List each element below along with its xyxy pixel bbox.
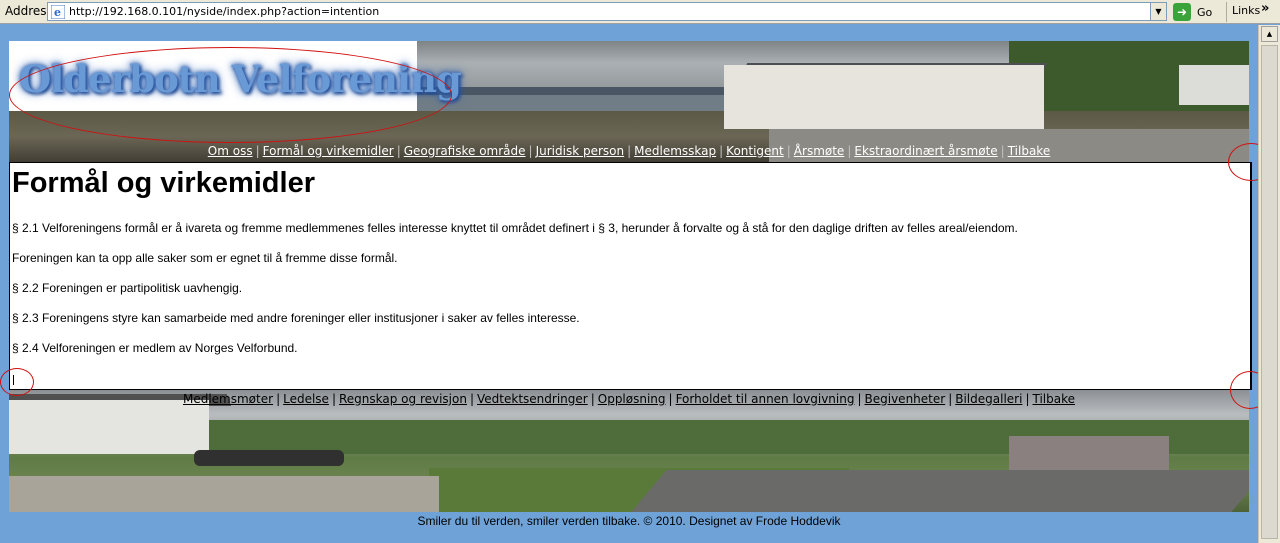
top-nav-link-8[interactable]: Tilbake bbox=[1008, 144, 1051, 158]
top-nav-separator: | bbox=[786, 144, 791, 158]
bottom-nav-link-4[interactable]: Oppløsning bbox=[598, 392, 666, 406]
top-nav-separator: | bbox=[1000, 144, 1005, 158]
bottom-nav-link-7[interactable]: Bildegalleri bbox=[955, 392, 1022, 406]
paragraph-2-3: § 2.3 Foreningens styre kan samarbeide m… bbox=[12, 311, 580, 325]
footer-photo-car bbox=[194, 450, 344, 466]
top-nav-link-3[interactable]: Juridisk person bbox=[536, 144, 625, 158]
header-photo-house bbox=[724, 65, 1044, 129]
paragraph-2-4: § 2.4 Velforeningen er medlem av Norges … bbox=[12, 341, 298, 355]
vertical-scrollbar[interactable]: ▲ bbox=[1258, 25, 1280, 543]
top-nav-link-5[interactable]: Kontigent bbox=[726, 144, 784, 158]
scroll-up-arrow-icon[interactable]: ▲ bbox=[1261, 26, 1278, 42]
footer-credit: Smiler du til verden, smiler verden tilb… bbox=[417, 514, 841, 528]
footer-photo-house-right bbox=[1009, 436, 1169, 470]
top-nav-link-1[interactable]: Formål og virkemidler bbox=[263, 144, 394, 158]
bottom-nav-link-1[interactable]: Ledelse bbox=[283, 392, 329, 406]
footer-photo-road bbox=[631, 470, 1249, 512]
bottom-nav-link-2[interactable]: Regnskap og revisjon bbox=[339, 392, 467, 406]
bottom-nav-separator: | bbox=[1025, 392, 1030, 406]
bottom-nav-separator: | bbox=[668, 392, 673, 406]
top-nav-separator: | bbox=[255, 144, 260, 158]
bottom-nav-separator: | bbox=[469, 392, 475, 406]
url-input[interactable]: e http://192.168.0.101/nyside/index.php?… bbox=[47, 2, 1167, 21]
footer-photo-house-left bbox=[9, 400, 209, 454]
go-label: Go bbox=[1197, 6, 1213, 19]
bottom-nav-link-8[interactable]: Tilbake bbox=[1032, 392, 1075, 406]
bottom-nav-separator: | bbox=[331, 392, 336, 406]
annotation-ring-logo bbox=[9, 47, 452, 143]
header-photo-cabin bbox=[1179, 65, 1249, 105]
annotation-ring-caret bbox=[0, 368, 34, 396]
svg-text:e: e bbox=[54, 6, 61, 19]
links-chevron-icon[interactable]: » bbox=[1261, 1, 1269, 16]
site-header: Olderbotn Velforening Om oss | Formål og v… bbox=[9, 41, 1249, 162]
bottom-nav-separator: | bbox=[857, 392, 862, 406]
paragraph-2-2: § 2.2 Foreningen er partipolitisk uavhen… bbox=[12, 281, 243, 295]
bottom-nav-link-5[interactable]: Forholdet til annen lovgivning bbox=[676, 392, 855, 406]
url-text: http://192.168.0.101/nyside/index.php?ac… bbox=[69, 5, 380, 18]
top-nav-link-4[interactable]: Medlemsskap bbox=[634, 144, 716, 158]
top-nav-link-2[interactable]: Geografiske område bbox=[404, 144, 526, 158]
top-nav-separator: | bbox=[528, 144, 533, 158]
footer-photo-wall bbox=[9, 476, 439, 512]
paragraph-2-1b: Foreningen kan ta opp alle saker som er … bbox=[12, 251, 398, 265]
bottom-nav-link-0[interactable]: Medlemsmøter bbox=[183, 392, 273, 406]
bottom-nav-separator: | bbox=[948, 392, 953, 406]
address-label: Address bbox=[5, 4, 53, 18]
top-nav-link-6[interactable]: Årsmøte bbox=[794, 144, 845, 158]
top-nav-separator: | bbox=[719, 144, 724, 158]
top-nav-separator: | bbox=[396, 144, 401, 158]
go-button[interactable]: ➜ Go bbox=[1173, 2, 1223, 22]
links-button[interactable]: Links bbox=[1232, 4, 1260, 17]
go-arrow-icon: ➜ bbox=[1173, 3, 1191, 21]
footer-photo: Medlemsmøter | Ledelse | Regnskap og revisjo… bbox=[9, 390, 1249, 512]
bottom-nav-link-3[interactable]: Vedtektsendringer bbox=[477, 392, 588, 406]
page-title: Formål og virkemidler bbox=[12, 167, 315, 199]
bottom-nav-link-6[interactable]: Begivenheter bbox=[865, 392, 946, 406]
toolbar-separator bbox=[1226, 2, 1227, 22]
bottom-nav-separator: | bbox=[590, 392, 595, 406]
top-nav-link-0[interactable]: Om oss bbox=[208, 144, 253, 158]
scroll-thumb[interactable] bbox=[1261, 45, 1278, 539]
bottom-nav-separator: | bbox=[276, 392, 281, 406]
address-bar: Address e http://192.168.0.101/nyside/in… bbox=[0, 0, 1280, 24]
dropdown-arrow-icon[interactable]: ▼ bbox=[1150, 3, 1166, 20]
main-content: Formål og virkemidler § 2.1 Velforeninge… bbox=[9, 162, 1252, 390]
top-nav-separator: | bbox=[847, 144, 852, 158]
top-navigation: Om oss | Formål og virkemidler | Geografiske… bbox=[9, 144, 1249, 158]
bottom-navigation: Medlemsmøter | Ledelse | Regnskap og revisjo… bbox=[9, 392, 1249, 406]
ie-page-icon: e bbox=[51, 5, 65, 19]
top-nav-link-7[interactable]: Ekstraordinært årsmøte bbox=[854, 144, 997, 158]
top-nav-separator: | bbox=[627, 144, 632, 158]
page-viewport: Olderbotn Velforening Om oss | Formål og v… bbox=[0, 25, 1258, 543]
paragraph-2-1: § 2.1 Velforeningens formål er å ivareta… bbox=[12, 221, 1018, 235]
